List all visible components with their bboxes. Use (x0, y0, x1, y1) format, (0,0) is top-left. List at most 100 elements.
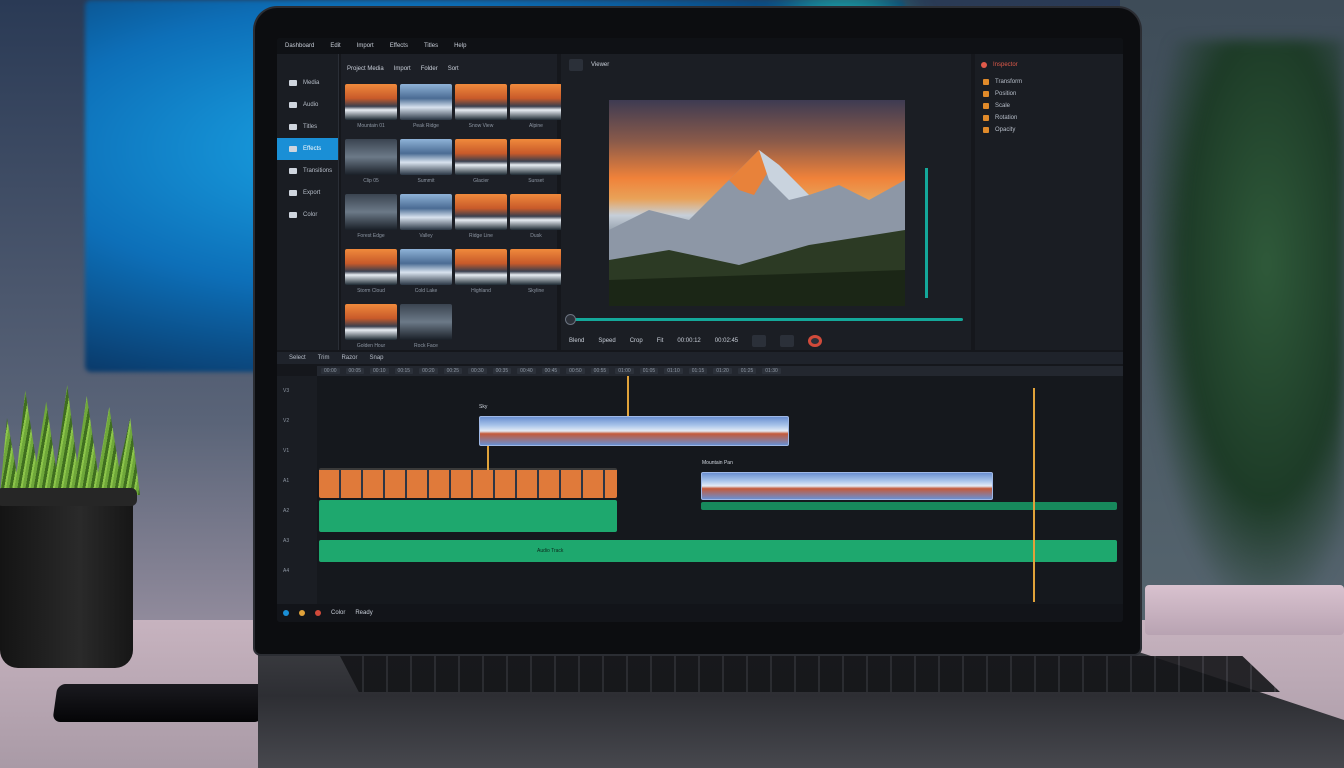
play-icon[interactable] (569, 59, 583, 71)
menu-item-effects[interactable]: Effects (390, 43, 408, 49)
media-thumbnail[interactable]: Forest Edge (345, 194, 397, 244)
tool-select[interactable]: Select (289, 355, 306, 361)
track-header[interactable]: A2 (277, 496, 317, 526)
audio-clip-3[interactable] (319, 540, 1117, 562)
video-clip-mountain[interactable] (701, 472, 993, 500)
pen-icon[interactable] (752, 335, 767, 347)
sidebar-item-titles[interactable]: Titles (277, 116, 338, 138)
tab-import[interactable]: Import (394, 66, 411, 72)
tab-project-media[interactable]: Project Media (347, 66, 384, 72)
media-thumbnail[interactable]: Ridge Line (455, 194, 507, 244)
ruler-tick-label: 00:40 (517, 368, 536, 374)
media-thumbnail[interactable]: Dusk (510, 194, 562, 244)
audio-clip-1[interactable] (319, 500, 617, 532)
background-plant (1150, 40, 1344, 600)
control-fit[interactable]: Fit (657, 338, 664, 344)
sidebar-item-label: Media (303, 80, 320, 86)
timeline-ruler[interactable]: 00:00 00:05 00:10 00:15 00:20 00:25 00:30 00:35… (317, 366, 1123, 376)
tool-razor[interactable]: Razor (341, 355, 357, 361)
track-header[interactable]: V3 (277, 376, 317, 406)
tab-sort[interactable]: Sort (448, 66, 459, 72)
timecode-current: 00:00:12 (677, 338, 701, 344)
media-thumbnail[interactable]: Rock Face (400, 304, 452, 354)
video-clip-sky[interactable] (479, 416, 789, 446)
control-speed[interactable]: Speed (598, 338, 615, 344)
menu-item-titles[interactable]: Titles (424, 43, 438, 49)
sidebar-item-export[interactable]: Export (277, 182, 338, 204)
scrub-handle[interactable] (565, 314, 576, 325)
ruler-tick-label: 00:20 (419, 368, 438, 374)
menu-item-import[interactable]: Import (357, 43, 374, 49)
clip-label: Audio Track (537, 548, 564, 554)
sidebar-item-color[interactable]: Color (277, 204, 338, 226)
smartphone (52, 684, 268, 722)
playhead[interactable] (1033, 388, 1035, 602)
viewer-controls: Blend Speed Crop Fit 00:00:12 00:02:45 (561, 332, 971, 350)
inspector-row[interactable]: Scale (975, 100, 1123, 112)
control-blend[interactable]: Blend (569, 338, 584, 344)
media-thumbnail[interactable]: Summit (400, 139, 452, 189)
track-header[interactable]: A4 (277, 556, 317, 586)
ruler-tick-label: 00:35 (492, 368, 512, 374)
sidebar-item-audio[interactable]: Audio (277, 94, 338, 116)
mountain-preview-image (609, 150, 905, 306)
media-thumbnail[interactable]: Glacier (455, 139, 507, 189)
track-header[interactable]: A1 (277, 466, 317, 496)
thumbnail-label: Dusk (530, 233, 542, 239)
inspector-row[interactable]: Opacity (975, 124, 1123, 136)
media-tabs: Project Media Import Folder Sort (341, 54, 557, 84)
inspector-header: Inspector (975, 54, 1123, 76)
inspector-row[interactable]: Transform (975, 76, 1123, 88)
tool-trim[interactable]: Trim (318, 355, 330, 361)
tool-snap[interactable]: Snap (369, 355, 383, 361)
thumbnail-label: Valley (419, 233, 433, 239)
thumbnail-image (455, 194, 507, 230)
track-header[interactable]: V2 (277, 406, 317, 436)
media-thumbnail[interactable]: Snow View (455, 84, 507, 134)
media-thumbnail[interactable]: Highland (455, 249, 507, 299)
thumbnail-label: Peak Ridge (413, 123, 439, 129)
pot-rim (0, 488, 137, 506)
music-icon (289, 102, 297, 108)
menu-item-help[interactable]: Help (454, 43, 466, 49)
thumbnail-image (345, 84, 397, 120)
media-thumbnail[interactable]: Valley (400, 194, 452, 244)
media-thumbnail[interactable]: Clip 05 (345, 139, 397, 189)
keyframe-icon (983, 79, 989, 85)
control-crop[interactable]: Crop (630, 338, 643, 344)
media-thumbnail[interactable]: Sunset (510, 139, 562, 189)
media-grid: Mountain 01 Peak Ridge Snow View Alpine Clip… (341, 84, 562, 354)
snapshot-icon[interactable] (780, 335, 795, 347)
inspector-row[interactable]: Position (975, 88, 1123, 100)
video-preview[interactable] (609, 100, 905, 306)
track-header[interactable]: A3 (277, 526, 317, 556)
media-thumbnail[interactable]: Storm Cloud (345, 249, 397, 299)
text-icon (289, 124, 297, 130)
marker-line (487, 446, 489, 470)
video-clip-filmstrip[interactable] (319, 468, 617, 498)
audio-clip-2[interactable] (701, 502, 1117, 510)
sidebar-item-transitions[interactable]: Transitions (277, 160, 338, 182)
inspector-row-label: Scale (995, 103, 1011, 109)
scrub-bar[interactable] (571, 318, 963, 321)
inspector-row-label: Position (995, 91, 1017, 97)
thumbnail-image (400, 139, 452, 175)
inspector-row[interactable]: Rotation (975, 112, 1123, 124)
media-thumbnail[interactable]: Mountain 01 (345, 84, 397, 134)
sidebar-item-effects[interactable]: Effects (277, 138, 338, 160)
menu-item-dashboard[interactable]: Dashboard (285, 43, 314, 49)
tab-folder[interactable]: Folder (421, 66, 438, 72)
media-thumbnail[interactable]: Alpine (510, 84, 562, 134)
viewer-panel: Viewer Blend Speed Crop Fit 00:00:12 00:… (561, 54, 971, 350)
sidebar-item-media[interactable]: Media (277, 72, 338, 94)
media-thumbnail[interactable]: Golden Hour (345, 304, 397, 354)
thumbnail-image (345, 249, 397, 285)
media-thumbnail[interactable]: Peak Ridge (400, 84, 452, 134)
menu-item-edit[interactable]: Edit (330, 43, 340, 49)
record-icon[interactable] (808, 335, 823, 347)
media-thumbnail[interactable]: Cold Lake (400, 249, 452, 299)
media-thumbnail[interactable]: Skyline (510, 249, 562, 299)
sidebar-item-label: Effects (303, 146, 322, 152)
sidebar-item-label: Color (303, 212, 318, 218)
track-header[interactable]: V1 (277, 436, 317, 466)
